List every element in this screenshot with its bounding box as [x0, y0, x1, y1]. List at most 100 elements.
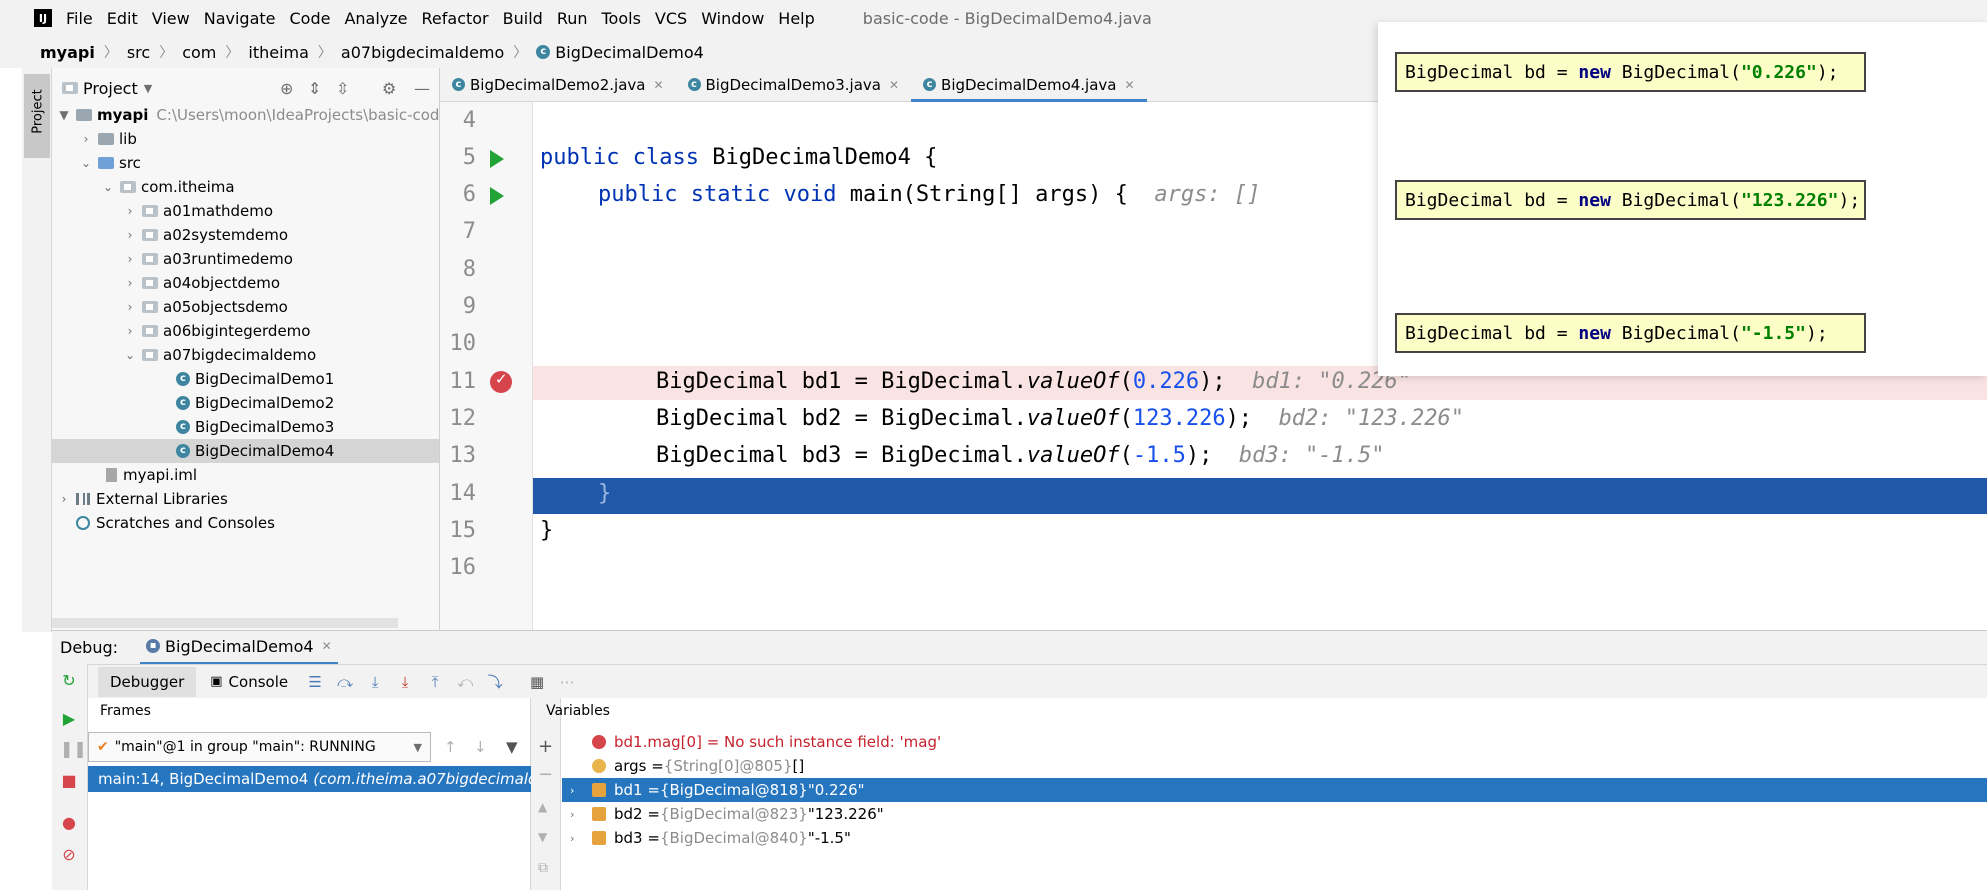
chevron-right-icon[interactable]: ›: [56, 492, 72, 506]
expand-all-icon[interactable]: ⇕: [308, 79, 321, 98]
menu-vcs[interactable]: VCS: [655, 9, 687, 28]
menu-tools[interactable]: Tools: [602, 9, 641, 28]
locate-icon[interactable]: ⊕: [280, 79, 293, 98]
breadcrumb-project[interactable]: myapi: [40, 43, 95, 62]
chevron-right-icon[interactable]: ›: [570, 784, 592, 797]
tree-item-package[interactable]: › a04objectdemo: [122, 271, 280, 295]
frame-row-selected[interactable]: main:14, BigDecimalDemo4 (com.itheima.a0…: [88, 766, 531, 792]
thread-selector[interactable]: ✔ "main"@1 in group "main": RUNNING ▼: [88, 732, 431, 762]
chevron-right-icon[interactable]: ›: [570, 832, 592, 845]
tree-item-scratches[interactable]: Scratches and Consoles: [76, 511, 275, 535]
step-into-icon[interactable]: ⤓: [366, 673, 384, 691]
chevron-right-icon[interactable]: ›: [122, 276, 138, 290]
tree-item-package[interactable]: › a02systemdemo: [122, 223, 288, 247]
chevron-right-icon[interactable]: ›: [122, 204, 138, 218]
breakpoint-icon[interactable]: [490, 370, 512, 393]
chevron-right-icon[interactable]: ›: [122, 228, 138, 242]
variable-row-bd2[interactable]: › bd2 = {BigDecimal@823} "123.226": [562, 802, 884, 826]
menu-code[interactable]: Code: [290, 9, 331, 28]
tree-item-package[interactable]: › a05objectsdemo: [122, 295, 288, 319]
tree-item-package[interactable]: › a01mathdemo: [122, 199, 273, 223]
menu-run[interactable]: Run: [557, 9, 588, 28]
trace-icon[interactable]: ⋯: [558, 673, 576, 691]
mute-breakpoints-icon[interactable]: ⊘: [60, 846, 78, 864]
menu-build[interactable]: Build: [503, 9, 543, 28]
run-to-cursor-icon[interactable]: ⤵: [486, 673, 504, 691]
collapse-all-icon[interactable]: ⇳: [336, 79, 349, 98]
close-icon[interactable]: ✕: [653, 78, 663, 92]
tree-item-class[interactable]: c BigDecimalDemo3: [176, 415, 334, 439]
tree-item-package[interactable]: › a03runtimedemo: [122, 247, 293, 271]
tree-item-lib[interactable]: › lib: [78, 127, 137, 151]
horizontal-scrollbar[interactable]: [52, 618, 398, 628]
dropdown-icon[interactable]: ▼: [144, 82, 152, 95]
menu-edit[interactable]: Edit: [107, 9, 138, 28]
breadcrumb-class[interactable]: BigDecimalDemo4: [555, 43, 704, 62]
pause-icon[interactable]: ❚❚: [60, 740, 87, 758]
close-icon[interactable]: ✕: [1124, 78, 1134, 92]
variable-row-args[interactable]: args = {String[0]@805} []: [592, 754, 804, 778]
menu-file[interactable]: File: [66, 9, 93, 28]
chevron-right-icon[interactable]: ›: [122, 300, 138, 314]
step-over-icon[interactable]: ⤼: [336, 673, 354, 691]
view-breakpoints-icon[interactable]: ●: [60, 814, 78, 832]
run-class-icon[interactable]: [490, 150, 504, 168]
close-icon[interactable]: ✕: [889, 78, 899, 92]
tree-item-class-selected[interactable]: c BigDecimalDemo4: [52, 439, 439, 463]
filter-icon[interactable]: ▼: [506, 738, 518, 756]
chevron-right-icon[interactable]: ›: [122, 324, 138, 338]
chevron-right-icon[interactable]: ›: [570, 808, 592, 821]
variable-row-bd1[interactable]: › bd1 = {BigDecimal@818} "0.226": [562, 778, 1987, 802]
menu-refactor[interactable]: Refactor: [422, 9, 489, 28]
menu-help[interactable]: Help: [778, 9, 814, 28]
menu-window[interactable]: Window: [701, 9, 764, 28]
chevron-down-icon[interactable]: ⌄: [78, 156, 94, 170]
tab-bigdecimaldemo2[interactable]: c BigDecimalDemo2.java ✕: [440, 68, 676, 102]
move-down-icon[interactable]: ▼: [538, 830, 547, 844]
debug-session-tab[interactable]: ▪ BigDecimalDemo4 ✕: [140, 631, 338, 665]
chevron-down-icon[interactable]: ⌄: [100, 180, 116, 194]
console-tab[interactable]: Console: [229, 673, 289, 691]
variable-row-error[interactable]: bd1.mag[0] = No such instance field: 'ma…: [592, 730, 941, 754]
force-step-into-icon[interactable]: ⤓: [396, 673, 414, 691]
resume-icon[interactable]: ▶: [60, 710, 78, 728]
chevron-down-icon[interactable]: ⌄: [122, 348, 138, 362]
menu-icon[interactable]: ☰: [306, 673, 324, 691]
tree-item-external-libraries[interactable]: › External Libraries: [56, 487, 228, 511]
tree-item-class[interactable]: c BigDecimalDemo2: [176, 391, 334, 415]
tree-item-myapi[interactable]: ▼ myapi C:\Users\moon\IdeaProjects\basic…: [56, 103, 453, 127]
tree-item-package[interactable]: › a06bigintegerdemo: [122, 319, 311, 343]
tree-item-src[interactable]: ⌄ src: [78, 151, 141, 175]
up-arrow-icon[interactable]: ↑: [444, 738, 457, 756]
chevron-down-icon[interactable]: ▼: [56, 108, 72, 122]
tree-item-iml[interactable]: myapi.iml: [106, 463, 197, 487]
breadcrumb-com[interactable]: com: [182, 43, 216, 62]
add-watch-icon[interactable]: +: [538, 736, 553, 757]
breadcrumb-package[interactable]: a07bigdecimaldemo: [341, 43, 504, 62]
breadcrumb-src[interactable]: src: [127, 43, 150, 62]
drop-frame-icon[interactable]: ⤺: [456, 673, 474, 691]
menu-analyze[interactable]: Analyze: [344, 9, 407, 28]
step-out-icon[interactable]: ⤒: [426, 673, 444, 691]
tab-bigdecimaldemo4[interactable]: c BigDecimalDemo4.java ✕: [911, 68, 1147, 102]
move-up-icon[interactable]: ▲: [538, 800, 547, 814]
menu-navigate[interactable]: Navigate: [204, 9, 276, 28]
minimize-icon[interactable]: —: [414, 79, 430, 98]
chevron-right-icon[interactable]: ›: [122, 252, 138, 266]
down-arrow-icon[interactable]: ↓: [474, 738, 487, 756]
menu-view[interactable]: View: [152, 9, 190, 28]
tree-item-package[interactable]: ⌄ a07bigdecimaldemo: [122, 343, 316, 367]
stop-icon[interactable]: ■: [60, 772, 78, 790]
variable-row-bd3[interactable]: › bd3 = {BigDecimal@840} "-1.5": [562, 826, 851, 850]
close-icon[interactable]: ✕: [322, 639, 332, 653]
debugger-tab[interactable]: Debugger: [98, 666, 197, 697]
rerun-icon[interactable]: ↻: [60, 672, 78, 690]
run-main-icon[interactable]: [490, 187, 504, 205]
gear-icon[interactable]: ⚙: [382, 79, 396, 98]
remove-watch-icon[interactable]: −: [538, 764, 553, 785]
evaluate-expression-icon[interactable]: ▦: [528, 673, 546, 691]
copy-icon[interactable]: ⧉: [538, 860, 548, 876]
project-view-selector[interactable]: Project: [83, 79, 138, 98]
chevron-right-icon[interactable]: ›: [78, 132, 94, 146]
breadcrumb-itheima[interactable]: itheima: [248, 43, 309, 62]
